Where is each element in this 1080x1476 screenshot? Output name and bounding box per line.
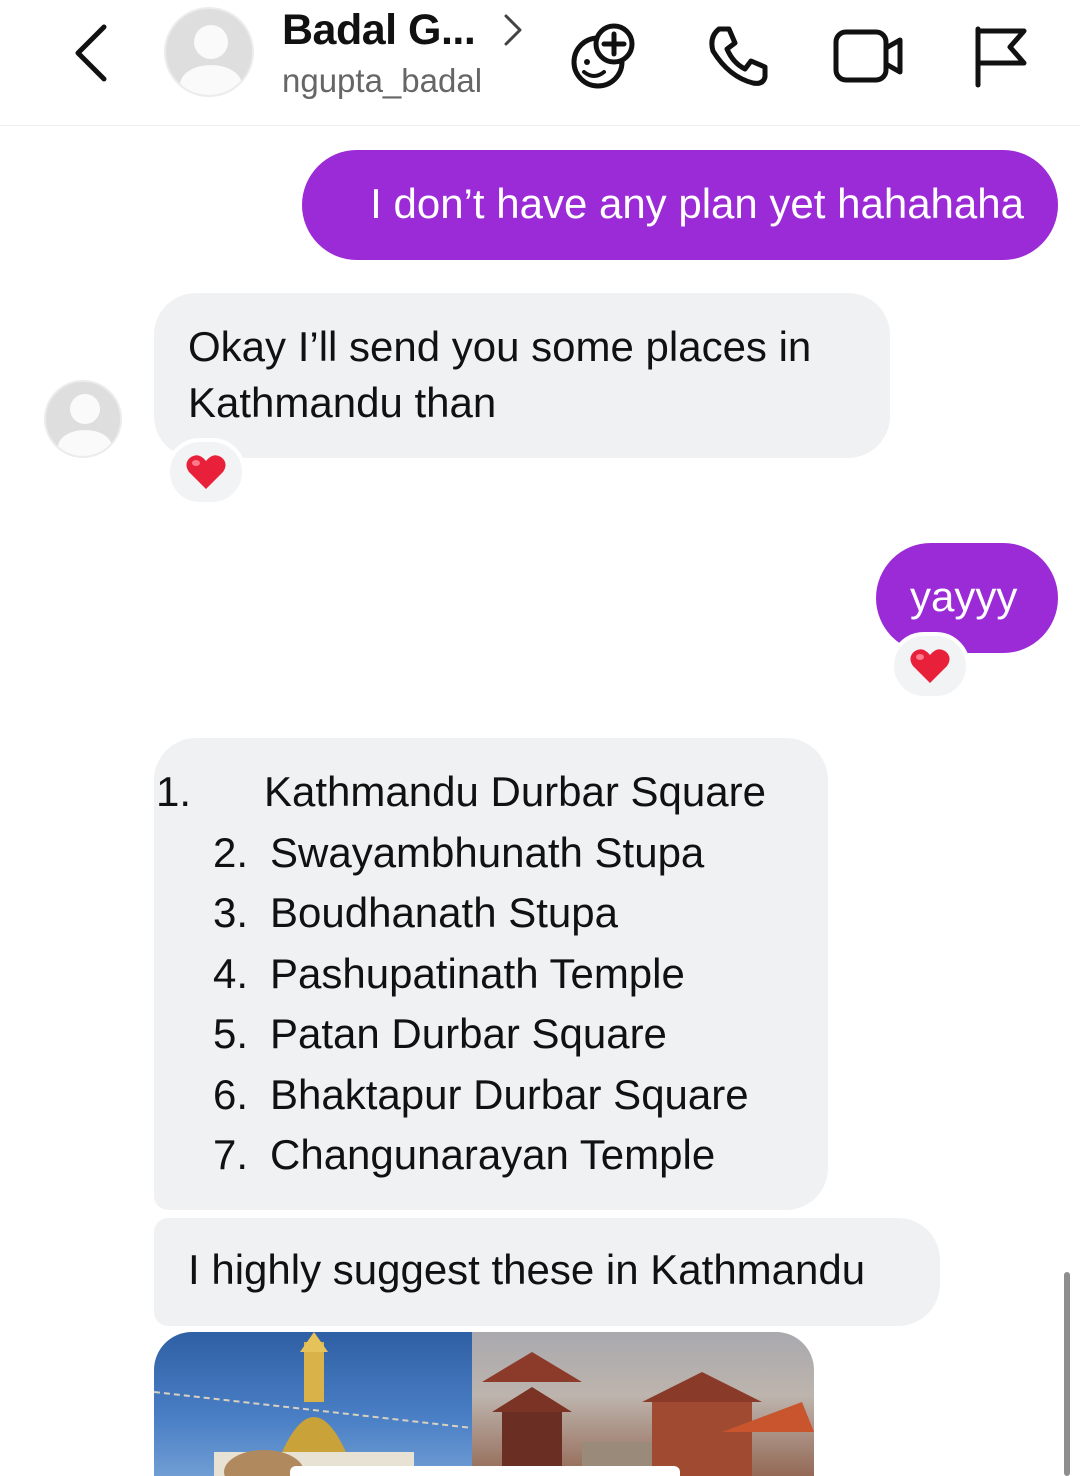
image-caption-bar [290, 1466, 680, 1476]
outgoing-message[interactable]: I don’t have any plan yet hahahaha [302, 150, 1058, 260]
list-item: 7. Changunarayan Temple [212, 1131, 716, 1178]
outgoing-message[interactable]: yayyy [876, 543, 1058, 653]
heart-reaction[interactable] [166, 438, 246, 506]
durbar-square-photo [472, 1332, 814, 1476]
list-item: 5. Patan Durbar Square [212, 1010, 667, 1057]
list-item: 6. Bhaktapur Durbar Square [212, 1070, 749, 1118]
heart-icon [186, 455, 226, 489]
stupa-photo [154, 1332, 473, 1476]
incoming-message[interactable]: I highly suggest these in Kathmandu [154, 1218, 940, 1326]
chevron-right-icon [504, 14, 522, 46]
scrollbar[interactable] [1064, 1272, 1070, 1476]
contact-username: ngupta_badal [282, 62, 483, 99]
heart-icon [910, 649, 950, 683]
contact-name-link[interactable]: Badal G... [282, 6, 522, 55]
contact-name: Badal G... [282, 6, 476, 54]
sender-avatar[interactable] [44, 380, 122, 458]
list-item: 3. Boudhanath Stupa [212, 889, 618, 936]
effects-button[interactable] [566, 18, 642, 94]
report-button[interactable] [962, 18, 1038, 94]
contact-avatar[interactable] [164, 7, 254, 97]
incoming-message-list[interactable]: 1. Kathmandu Durbar Square 2. Swayambhun… [154, 738, 828, 1210]
phone-icon [709, 26, 768, 86]
flag-icon [975, 26, 1027, 88]
list-item: 1. Kathmandu Durbar Square [156, 768, 766, 815]
list-item: 2. Swayambhunath Stupa [212, 828, 705, 876]
list-item: 4. Pashupatinath Temple [212, 949, 685, 997]
incoming-message[interactable]: Okay I’ll send you some places in Kathma… [154, 293, 890, 458]
video-icon [833, 29, 903, 83]
effects-icon [571, 23, 635, 89]
voice-call-button[interactable] [700, 18, 776, 94]
video-call-button[interactable] [830, 18, 906, 94]
back-button[interactable] [62, 18, 118, 88]
chat-header: Badal G... ngupta_badal [0, 0, 1080, 126]
shared-image[interactable] [154, 1332, 814, 1476]
heart-reaction[interactable] [890, 632, 970, 700]
back-icon [75, 24, 107, 82]
